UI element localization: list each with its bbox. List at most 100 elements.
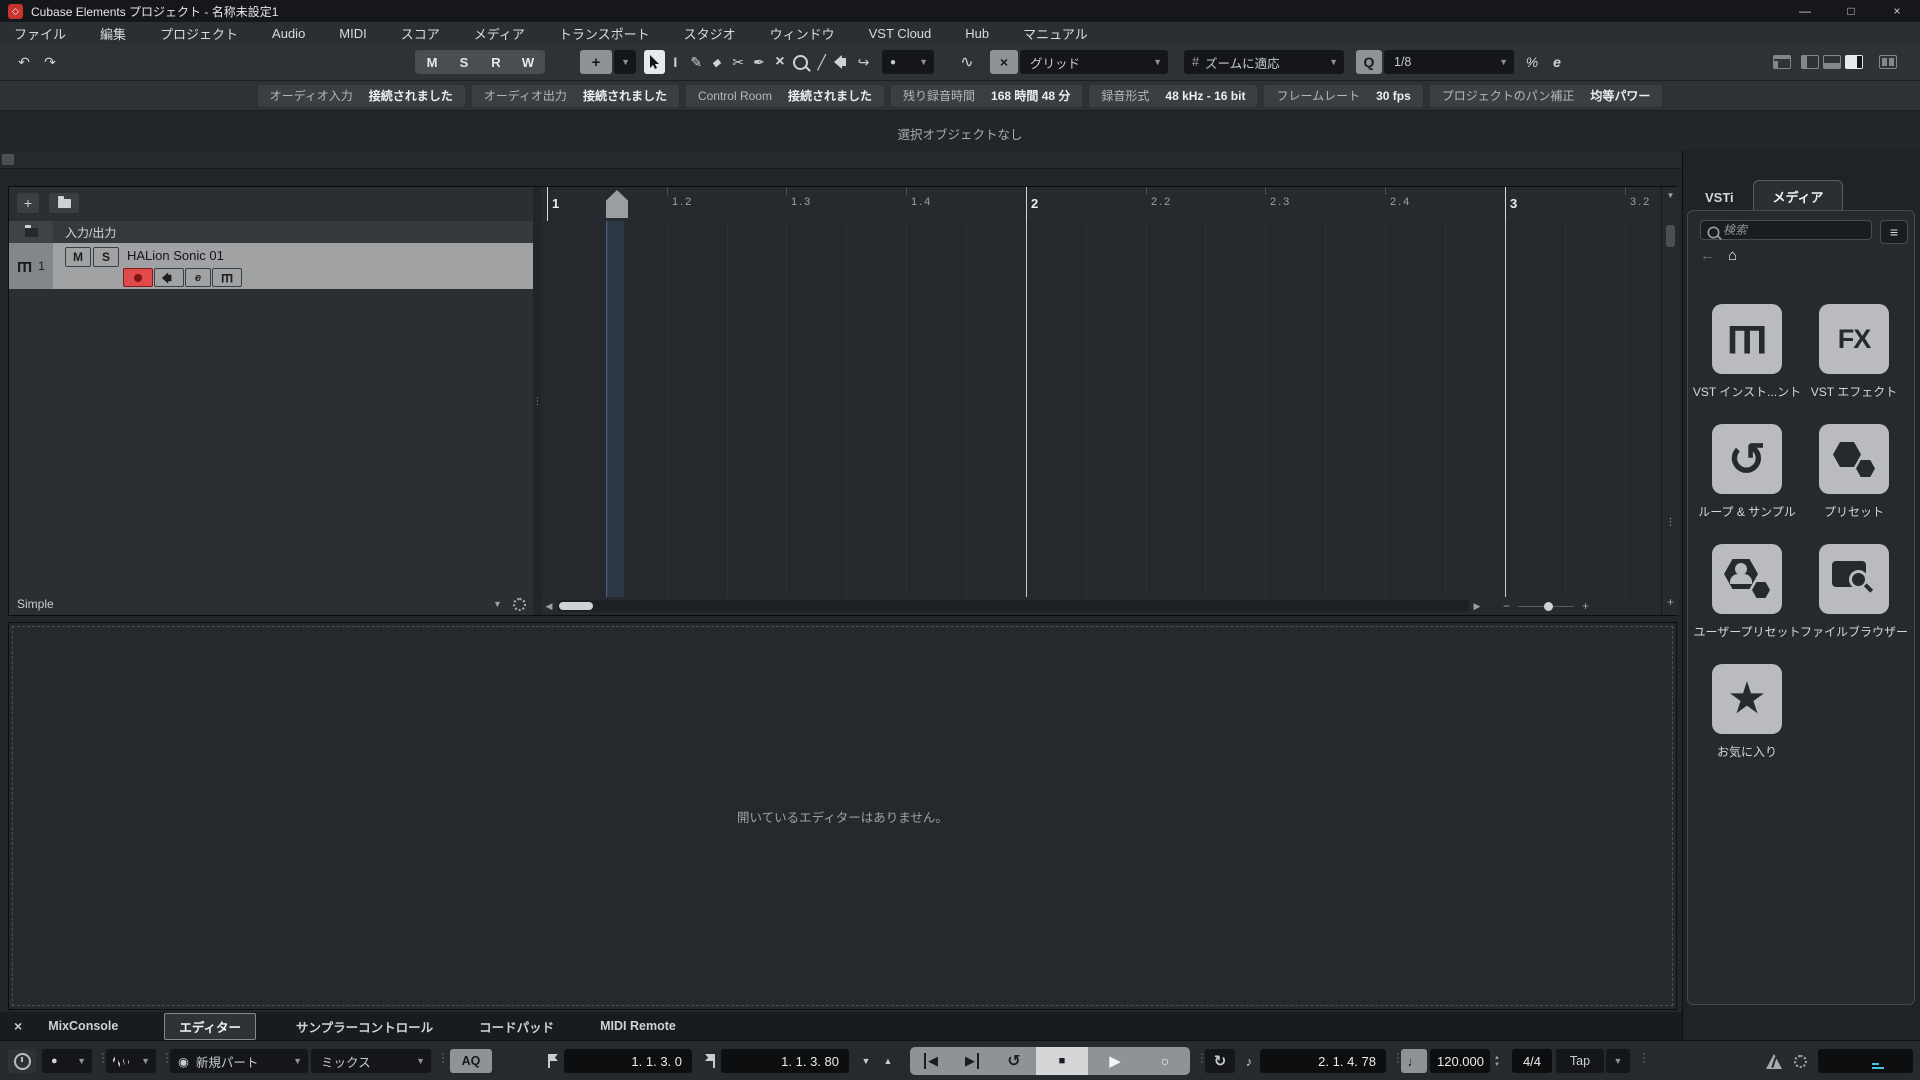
punch-in-button[interactable]: ▼ xyxy=(856,1049,876,1073)
menu-file[interactable]: ファイル xyxy=(14,24,66,43)
menu-audio[interactable]: Audio xyxy=(272,26,305,41)
tap-tempo-button[interactable]: Tap xyxy=(1556,1049,1604,1073)
zoom-in-icon[interactable]: + xyxy=(1582,599,1589,613)
erase-tool[interactable]: ◆ xyxy=(707,50,728,74)
tab-mixconsole[interactable]: MixConsole xyxy=(48,1019,118,1033)
menu-score[interactable]: スコア xyxy=(401,24,440,43)
autoscroll-dropdown[interactable]: ▼ xyxy=(614,50,636,74)
menu-studio[interactable]: スタジオ xyxy=(684,24,736,43)
media-tile-loops-samples[interactable]: ↺ xyxy=(1712,424,1782,494)
menu-edit[interactable]: 編集 xyxy=(100,24,126,43)
menu-vst-cloud[interactable]: VST Cloud xyxy=(869,26,932,41)
frame-rate-chip[interactable]: フレームレート 30 fps xyxy=(1264,84,1423,107)
tab-editor[interactable]: エディター xyxy=(164,1012,256,1040)
punch-out-button[interactable]: ▲ xyxy=(878,1049,898,1073)
track-type-stub[interactable]: Ш 1 xyxy=(9,243,53,289)
setup-toolbar-button[interactable] xyxy=(1876,50,1900,74)
metronome-button[interactable] xyxy=(1762,1049,1786,1073)
tab-midi-remote[interactable]: MIDI Remote xyxy=(600,1019,676,1033)
media-tile-vst-instruments[interactable]: Ш xyxy=(1712,304,1782,374)
constrain-delay-compensation-button[interactable] xyxy=(8,1049,36,1073)
draw-tool[interactable]: ✎ xyxy=(686,50,707,74)
go-to-left-locator-button[interactable] xyxy=(545,1049,561,1073)
track-controls-preset-name[interactable]: Simple xyxy=(17,597,54,611)
pan-law-chip[interactable]: プロジェクトのパン補正 均等パワー xyxy=(1429,84,1663,107)
solo-all-button[interactable]: S xyxy=(448,55,480,70)
add-track-button[interactable]: + xyxy=(17,193,39,213)
record-enable-button[interactable] xyxy=(123,268,153,287)
close-button[interactable]: × xyxy=(1874,0,1920,22)
tempo-display[interactable]: 120.000 xyxy=(1430,1049,1490,1073)
open-quantize-panel-button[interactable]: e xyxy=(1546,50,1568,74)
tab-chord-pads[interactable]: コードパッド xyxy=(479,1017,554,1036)
minimize-button[interactable]: — xyxy=(1782,0,1828,22)
edit-instrument-button[interactable]: Ш xyxy=(212,268,242,287)
snap-button[interactable]: × xyxy=(990,50,1018,74)
instrument-track-row[interactable]: Ш 1 M S HALion Sonic 01 e Ш xyxy=(9,243,533,289)
back-icon[interactable]: ← xyxy=(1700,247,1715,264)
audio-record-mode-dropdown[interactable]: ▼ xyxy=(106,1049,156,1073)
use-track-preset-button[interactable] xyxy=(49,193,79,213)
project-cursor-handle[interactable] xyxy=(606,190,628,218)
write-automation-button[interactable]: W xyxy=(512,55,544,70)
list-view-button[interactable]: ≡ xyxy=(1880,220,1908,244)
record-time-chip[interactable]: 残り録音時間 168 時間 48 分 xyxy=(891,84,1083,107)
overview-thumb[interactable] xyxy=(2,154,14,165)
monitor-button[interactable] xyxy=(154,268,184,287)
split-tool[interactable]: ✂ xyxy=(728,50,749,74)
undo-button[interactable]: ↶ xyxy=(12,50,36,74)
tab-media[interactable]: メディア xyxy=(1753,180,1843,211)
io-folder-stub[interactable] xyxy=(9,221,53,243)
track-solo-button[interactable]: S xyxy=(93,247,119,267)
maximize-button[interactable]: □ xyxy=(1828,0,1874,22)
horizontal-zoom-slider[interactable]: − + xyxy=(1503,599,1589,613)
go-to-right-locator-button[interactable] xyxy=(702,1049,718,1073)
right-zone-toggle[interactable] xyxy=(1844,50,1864,74)
menu-window[interactable]: ウィンドウ xyxy=(770,24,835,43)
vertical-scrollbar[interactable]: ▼ ⋮ + xyxy=(1661,187,1679,615)
range-selection-tool[interactable]: I xyxy=(665,50,686,74)
zoom-presets-icon[interactable]: ▼ xyxy=(1662,191,1679,200)
control-room-chip[interactable]: Control Room 接続されました xyxy=(685,84,884,107)
hscroll-thumb[interactable] xyxy=(559,602,593,610)
play-tool[interactable] xyxy=(832,50,853,74)
vscroll-thumb[interactable] xyxy=(1666,225,1675,247)
menu-transport[interactable]: トランスポート xyxy=(559,24,650,43)
horizontal-scrollbar[interactable]: ◀ ▶ − + xyxy=(541,597,1661,615)
redo-button[interactable]: ↷ xyxy=(38,50,62,74)
record-mode-dropdown[interactable]: ● ▼ xyxy=(42,1049,92,1073)
line-tool[interactable]: ╱ xyxy=(811,50,832,74)
menu-project[interactable]: プロジェクト xyxy=(160,24,238,43)
timeline-grid[interactable] xyxy=(541,221,1661,597)
menu-manual[interactable]: マニュアル xyxy=(1023,24,1088,43)
left-zone-toggle[interactable] xyxy=(1800,50,1820,74)
home-icon[interactable]: ⌂ xyxy=(1728,247,1737,264)
menu-media[interactable]: メディア xyxy=(474,24,525,43)
time-signature-display[interactable]: 4/4 xyxy=(1512,1049,1552,1073)
read-automation-button[interactable]: R xyxy=(480,55,512,70)
object-selection-tool[interactable] xyxy=(644,50,665,74)
transport-record-button[interactable]: ○ xyxy=(1142,1047,1188,1075)
timeline-ruler[interactable]: 1 1.2 1.3 1.4 2 2.2 2.3 2.4 3 3.2 xyxy=(541,187,1661,222)
gear-icon[interactable] xyxy=(513,597,526,611)
zoom-tool[interactable] xyxy=(790,50,811,74)
midi-mix-mode-dropdown[interactable]: ミックス ▼ xyxy=(311,1049,431,1073)
setup-window-layout-button[interactable] xyxy=(1770,50,1794,74)
tap-tempo-dropdown[interactable]: ▼ xyxy=(1606,1049,1630,1073)
io-folder-track[interactable]: 入力/出力 xyxy=(9,221,533,243)
primary-time-display[interactable]: 2. 1. 4. 78 xyxy=(1260,1049,1386,1073)
mute-all-button[interactable]: M xyxy=(416,55,448,70)
scroll-left-icon[interactable]: ◀ xyxy=(541,601,557,612)
play-button[interactable]: ▶ xyxy=(1088,1047,1142,1075)
media-tile-favorites[interactable]: ★ xyxy=(1712,664,1782,734)
media-tile-file-browser[interactable] xyxy=(1819,544,1889,614)
edit-channel-button[interactable]: e xyxy=(185,268,211,287)
hscroll-track[interactable] xyxy=(557,600,1469,612)
left-locator-display[interactable]: 1. 1. 3. 0 xyxy=(564,1049,692,1073)
retrospective-record-button[interactable]: ↻ xyxy=(1205,1049,1235,1073)
autoscroll-button[interactable]: + xyxy=(580,50,612,74)
go-to-end-button[interactable]: ▶ xyxy=(952,1047,992,1075)
tab-sampler-control[interactable]: サンプラーコントロール xyxy=(296,1017,433,1036)
track-mute-button[interactable]: M xyxy=(65,247,91,267)
cycle-button[interactable]: ↺ xyxy=(992,1047,1036,1075)
